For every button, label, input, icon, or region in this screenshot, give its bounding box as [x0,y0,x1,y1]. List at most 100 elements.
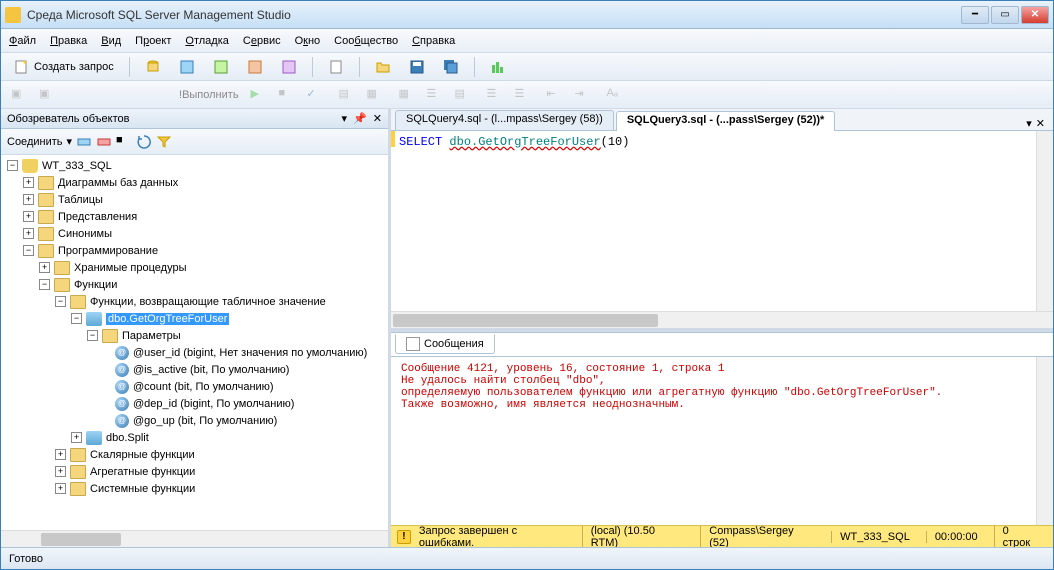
toolbar-btn-6[interactable] [321,56,351,78]
toolbar2-btn-a[interactable]: ▤ [335,85,359,105]
toolbar-activity[interactable] [483,56,513,78]
disconnect-icon[interactable] [96,134,112,150]
expander-icon[interactable]: + [55,466,66,477]
tree-root[interactable]: WT_333_SQL [42,160,112,172]
toolbar2-comment[interactable]: ☰ [483,85,507,105]
menu-view[interactable]: Вид [101,35,121,47]
toolbar2-results-file[interactable]: ▤ [451,85,475,105]
expander-icon[interactable]: − [87,330,98,341]
object-tree[interactable]: − WT_333_SQL + Диаграммы баз данных + Табли… [1,155,388,530]
tree-diagrams[interactable]: Диаграммы баз данных [58,177,178,189]
expander-icon[interactable]: − [55,296,66,307]
toolbar-btn-5[interactable] [274,56,304,78]
parse-button[interactable]: ✓ [303,85,327,105]
new-query-button[interactable]: Создать запрос [7,56,121,78]
minimize-button[interactable]: ━ [961,6,989,24]
expander-icon[interactable]: − [71,313,82,324]
tree-aggregate-fn[interactable]: Агрегатные функции [90,466,195,478]
sql-editor[interactable]: SELECT dbo.GetOrgTreeForUser(10) [391,131,1053,311]
pin-icon[interactable]: 📌 [353,112,367,125]
editor-vertical-scrollbar[interactable] [1036,131,1053,311]
maximize-button[interactable]: ▭ [991,6,1019,24]
menu-help[interactable]: Справка [412,35,455,47]
indent-icon: ⇥ [575,87,591,103]
filter-icon[interactable] [156,134,172,150]
debug-button[interactable]: ▶ [247,85,271,105]
toolbar2-results-grid[interactable]: ▦ [395,85,419,105]
toolbar-btn-4[interactable] [240,56,270,78]
expander-icon[interactable]: + [55,449,66,460]
toolbar-open[interactable] [368,56,398,78]
tree-table-valued[interactable]: Функции, возвращающие табличное значение [90,296,326,308]
toolbar2-results-text[interactable]: ☰ [423,85,447,105]
menu-project[interactable]: Проект [135,35,171,47]
connect-dropdown-icon[interactable]: ▾ [67,135,73,148]
stop-button[interactable]: ■ [275,85,299,105]
tree-param[interactable]: @go_up (bit, По умолчанию) [133,415,277,427]
editor-horizontal-scrollbar[interactable] [391,311,1053,328]
tree-views[interactable]: Представления [58,211,137,223]
stop-icon[interactable]: ■ [116,134,132,150]
toolbar2-specify[interactable]: Aₐ [603,85,627,105]
expander-icon[interactable]: + [23,228,34,239]
toolbar-save[interactable] [402,56,432,78]
panel-close-icon[interactable]: ✕ [373,112,382,125]
tree-system-fn[interactable]: Системные функции [90,483,195,495]
expander-icon[interactable]: + [23,211,34,222]
toolbar2-indent[interactable]: ⇥ [571,85,595,105]
expander-icon[interactable]: − [23,245,34,256]
tree-param[interactable]: @is_active (bit, По умолчанию) [133,364,289,376]
menu-service[interactable]: Сервис [243,35,281,47]
dropdown-icon[interactable]: ▾ [342,112,348,125]
tree-programming[interactable]: Программирование [58,245,158,257]
tab-dropdown-icon[interactable]: ▾ [1026,117,1032,130]
menu-file[interactable]: Файл [9,35,36,47]
toolbar2-btn-b[interactable]: ▦ [363,85,387,105]
expander-icon[interactable]: + [23,194,34,205]
tab-messages[interactable]: Сообщения [395,334,495,354]
toolbar2-btn-1[interactable]: ▣ [7,85,31,105]
messages-body[interactable]: Сообщение 4121, уровень 16, состояние 1,… [391,357,1053,525]
expander-icon[interactable]: − [39,279,50,290]
tab-query4[interactable]: SQLQuery4.sql - (l...mpass\Sergey (58)) [395,110,614,130]
toolbar-btn-3[interactable] [206,56,236,78]
tree-parameters[interactable]: Параметры [122,330,181,342]
tree-selected-function[interactable]: dbo.GetOrgTreeForUser [106,313,229,325]
tree-synonyms[interactable]: Синонимы [58,228,112,240]
tree-functions[interactable]: Функции [74,279,117,291]
tab-close-icon[interactable]: ✕ [1036,117,1045,130]
toolbar2-outdent[interactable]: ⇤ [543,85,567,105]
error-line: Также возможно, имя является неоднозначн… [401,399,1043,411]
tree-tables[interactable]: Таблицы [58,194,103,206]
tab-query3[interactable]: SQLQuery3.sql - (...pass\Sergey (52))* [616,111,835,131]
activity-icon [490,59,506,75]
menu-window[interactable]: Окно [295,35,321,47]
menu-community[interactable]: Сообщество [334,35,398,47]
tree-horizontal-scrollbar[interactable] [1,530,388,547]
menu-edit[interactable]: Правка [50,35,87,47]
toolbar-btn-2[interactable] [172,56,202,78]
tree-scalar-fn[interactable]: Скалярные функции [90,449,195,461]
toolbar-save-all[interactable] [436,56,466,78]
tree-param[interactable]: @count (bit, По умолчанию) [133,381,274,393]
toolbar2-btn-2[interactable]: ▣ [35,85,59,105]
expander-icon[interactable]: + [39,262,50,273]
expander-icon[interactable]: + [71,432,82,443]
messages-vertical-scrollbar[interactable] [1036,357,1053,525]
refresh-icon[interactable] [136,134,152,150]
save-all-icon [443,59,459,75]
menu-debug[interactable]: Отладка [185,35,229,47]
tree-stored-procs[interactable]: Хранимые процедуры [74,262,187,274]
expander-icon[interactable]: + [55,483,66,494]
toolbar-btn-1[interactable] [138,56,168,78]
connect-label[interactable]: Соединить [7,136,63,148]
tree-param[interactable]: @dep_id (bigint, По умолчанию) [133,398,294,410]
tree-param[interactable]: @user_id (bigint, Нет значения по умолча… [133,347,367,359]
execute-button[interactable]: ! Выполнить [175,87,243,103]
expander-icon[interactable]: − [7,160,18,171]
expander-icon[interactable]: + [23,177,34,188]
connect-icon[interactable] [76,134,92,150]
tree-dbo-split[interactable]: dbo.Split [106,432,149,444]
close-button[interactable]: ✕ [1021,6,1049,24]
toolbar2-uncomment[interactable]: ☰ [511,85,535,105]
